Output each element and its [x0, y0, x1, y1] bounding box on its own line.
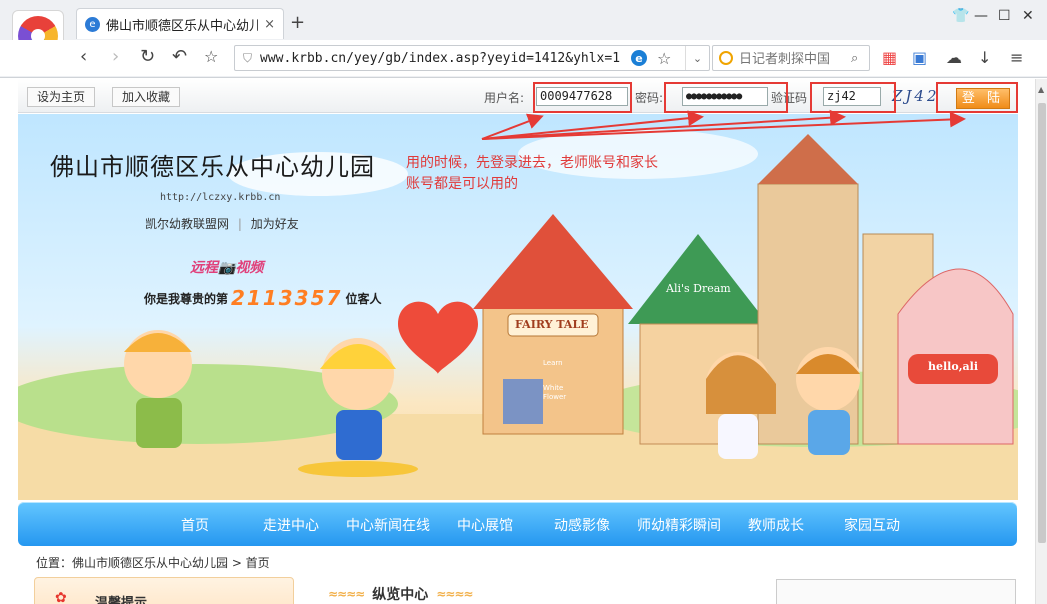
school-title: 佛山市顺德区乐从中心幼儿园	[50, 153, 375, 181]
captcha-field[interactable]: zj42	[823, 87, 881, 106]
nav-item-home[interactable]: 首页	[181, 515, 209, 535]
alis-dream-sign: Ali's Dream	[666, 282, 731, 295]
captcha-image[interactable]: ZJ42	[892, 87, 940, 105]
search-icon[interactable]: ⌕	[851, 51, 858, 66]
chevron-down-icon[interactable]: ⌄	[685, 46, 709, 70]
visitor-suffix: 位客人	[345, 291, 382, 306]
visitor-count: 2113357	[231, 286, 343, 310]
nav-item-home-school[interactable]: 家园互动	[844, 515, 900, 535]
nav-item-gallery[interactable]: 中心展馆	[457, 515, 513, 535]
new-tab-button[interactable]: +	[290, 12, 305, 33]
login-button[interactable]: 登 陆	[956, 88, 1010, 109]
favorite-star-icon[interactable]: ☆	[657, 49, 671, 68]
main-nav-bar: 首页 走进中心 中心新闻在线 中心展馆 动感影像 师幼精彩瞬间 教师成长 家园互…	[18, 502, 1017, 546]
search-engine-icon	[719, 51, 733, 65]
ornament-right-icon: ≈≈≈≈	[436, 587, 473, 601]
tab-favicon-icon: e	[85, 16, 100, 32]
page-content: 设为主页 加入收藏 用户名: 0009477628 密码: ●●●●●●●●●●…	[0, 79, 1035, 604]
maximize-icon[interactable]: ☐	[998, 8, 1011, 24]
shirt-icon[interactable]: 👕	[952, 8, 969, 24]
add-favorite-button[interactable]: 加入收藏	[112, 87, 181, 107]
forward-icon[interactable]: ›	[112, 46, 119, 68]
close-window-icon[interactable]: ✕	[1022, 8, 1034, 24]
browser-chrome: e 佛山市顺德区乐从中心幼儿园 × + 👕 — ☐ ✕ ‹ › ↻ ↶ ☆ ⛉ …	[0, 0, 1047, 78]
breadcrumb: 位置：佛山市顺德区乐从中心幼儿园 > 首页	[36, 556, 270, 570]
password-label: 密码:	[635, 91, 664, 105]
alliance-link[interactable]: 凯尔幼教联盟网	[145, 217, 229, 231]
username-label: 用户名:	[484, 91, 525, 105]
nav-item-moments[interactable]: 师幼精彩瞬间	[637, 515, 721, 535]
browser-tab[interactable]: e 佛山市顺德区乐从中心幼儿园 ×	[76, 8, 284, 39]
url-text[interactable]: www.krbb.cn/yey/gb/index.asp?yeyid=1412&…	[260, 51, 625, 66]
tips-panel: ✿ 温馨提示	[34, 577, 294, 604]
menu-icon[interactable]: ≡	[1010, 48, 1023, 67]
nav-item-teacher-growth[interactable]: 教师成长	[748, 515, 804, 535]
visitor-prefix: 你是我尊贵的第	[144, 291, 229, 306]
annotation-note: 用的时候，先登录进去，老师账号和家长账号都是可以用的	[406, 155, 658, 192]
reload-icon[interactable]: ↻	[140, 46, 155, 68]
login-topbar: 设为主页 加入收藏 用户名: 0009477628 密码: ●●●●●●●●●●…	[18, 79, 1018, 113]
link-separator: |	[237, 217, 242, 231]
username-field[interactable]: 0009477628	[536, 87, 628, 106]
minimize-icon[interactable]: —	[974, 8, 988, 24]
ie-mode-icon[interactable]: e	[631, 50, 648, 66]
address-bar[interactable]: ⛉ www.krbb.cn/yey/gb/index.asp?yeyid=141…	[234, 45, 710, 71]
cloud-icon[interactable]: ☁	[946, 48, 962, 67]
header-links: 凯尔幼教联盟网 | 加为好友	[145, 215, 299, 232]
navigation-toolbar: ‹ › ↻ ↶ ☆ ⛉ www.krbb.cn/yey/gb/index.asp…	[0, 40, 1047, 76]
remote-video-link[interactable]: 远程📷视频	[190, 257, 263, 277]
center-section-header: ≈≈≈≈ 纵览中心 ≈≈≈≈	[320, 584, 480, 604]
bookmark-star-icon[interactable]: ☆	[204, 46, 218, 68]
apps-grid-icon[interactable]: ▦	[882, 48, 897, 67]
undo-icon[interactable]: ↶	[172, 46, 187, 68]
add-friend-link[interactable]: 加为好友	[251, 217, 299, 231]
hello-ali-sign: hello,ali	[928, 360, 979, 373]
learn-label: Learn	[543, 359, 563, 367]
scrollbar-thumb[interactable]	[1038, 103, 1046, 543]
tips-title: 温馨提示	[95, 596, 148, 604]
tab-close-icon[interactable]: ×	[264, 17, 275, 32]
center-title: 纵览中心	[372, 587, 429, 603]
vertical-scrollbar[interactable]: ▲	[1035, 79, 1047, 604]
tab-title: 佛山市顺德区乐从中心幼儿园	[106, 18, 259, 34]
search-input[interactable]	[739, 50, 851, 66]
white-flower-label: White Flower	[543, 384, 567, 401]
shield-icon: ⛉	[243, 50, 253, 65]
back-icon[interactable]: ‹	[80, 46, 87, 68]
school-url[interactable]: http://lczxy.krbb.cn	[160, 192, 280, 203]
captcha-label: 验证码	[771, 91, 808, 105]
download-icon[interactable]: ↓	[978, 48, 991, 67]
ornament-left-icon: ≈≈≈≈	[328, 587, 365, 601]
nav-item-news[interactable]: 中心新闻在线	[346, 515, 430, 535]
password-field[interactable]: ●●●●●●●●●●●	[682, 87, 768, 106]
scroll-up-icon[interactable]: ▲	[1038, 85, 1044, 94]
right-panel	[776, 579, 1016, 604]
nav-item-video[interactable]: 动感影像	[554, 515, 610, 535]
screenshot-icon[interactable]: ▣	[912, 48, 927, 67]
visitor-counter: 你是我尊贵的第 2113357 位客人	[144, 286, 381, 310]
nav-item-about[interactable]: 走进中心	[263, 515, 319, 535]
fairy-tale-sign: FAIRY TALE	[515, 318, 589, 331]
paw-icon: ✿	[55, 590, 67, 604]
search-box[interactable]: ⌕	[712, 45, 870, 71]
set-home-button[interactable]: 设为主页	[27, 87, 96, 107]
